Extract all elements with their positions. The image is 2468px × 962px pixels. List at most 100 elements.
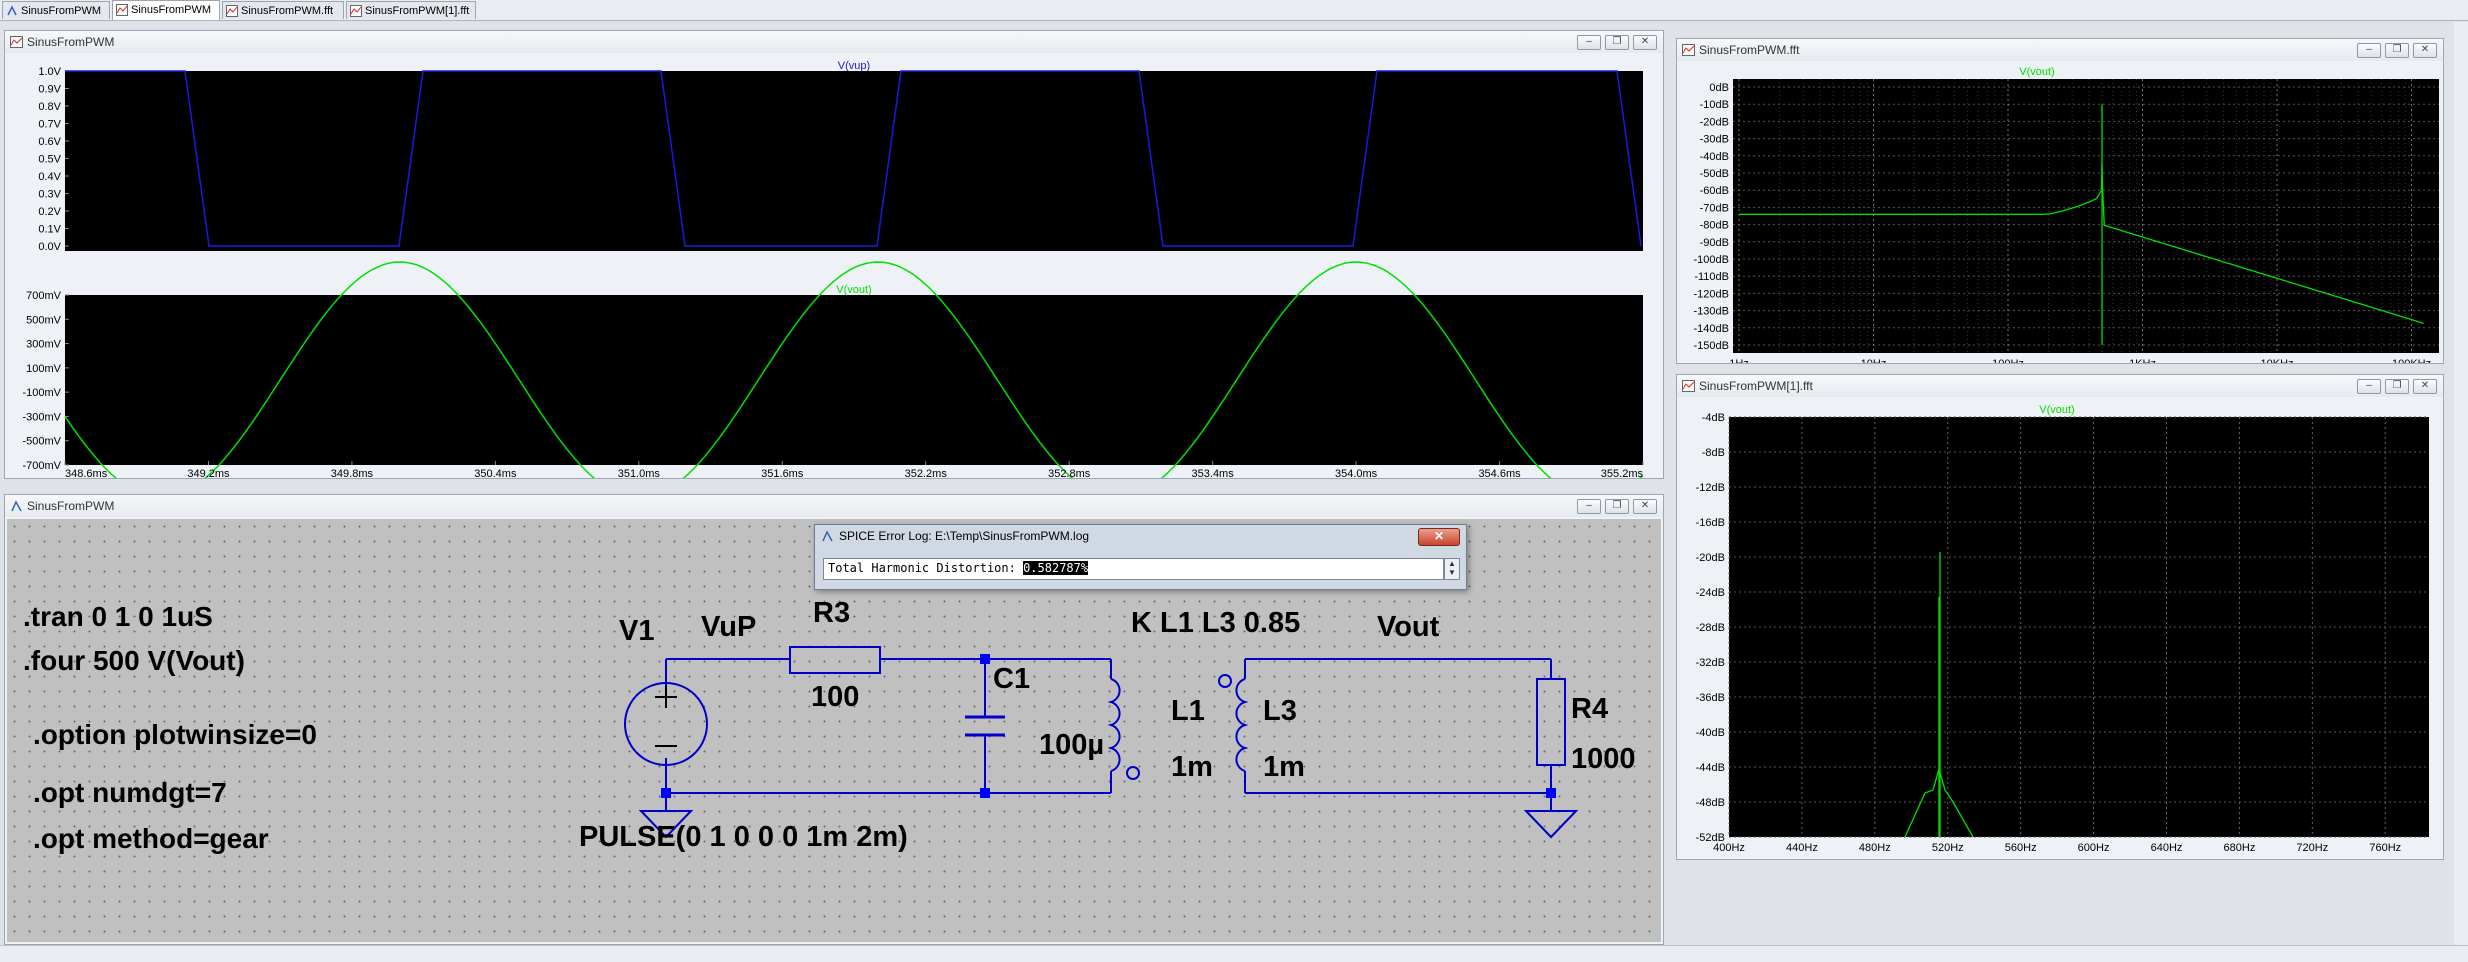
fft-trace-label[interactable]: V(vout) (2019, 66, 2054, 78)
y-tick-label: -130dB (1694, 306, 1729, 318)
x-tick-label: 440Hz (1786, 842, 1818, 854)
y-tick-label: 0.9V (38, 84, 61, 96)
label-coupling-k[interactable]: K L1 L3 0.85 (1131, 607, 1300, 640)
y-tick-label: 0dB (1709, 82, 1729, 94)
label-r4[interactable]: R4 (1571, 693, 1608, 726)
y-tick-label: -30dB (1700, 134, 1729, 146)
trace-label-vup[interactable]: V(vup) (838, 60, 870, 72)
x-tick-label: 1Hz (1729, 358, 1749, 363)
thd-value[interactable]: 0.582787% (1023, 561, 1089, 575)
tab-label: SinusFromPWM (21, 5, 102, 17)
x-tick-label: 600Hz (2078, 842, 2110, 854)
x-tick-label: 354.6ms (1478, 468, 1521, 478)
window-title-bar[interactable]: SinusFromPWM.fft – ❐ ✕ (1677, 39, 2443, 61)
restore-button[interactable]: ❐ (1605, 35, 1629, 50)
label-c1[interactable]: C1 (993, 663, 1030, 696)
net-label-vup[interactable]: VuP (701, 611, 756, 644)
label-l1[interactable]: L1 (1171, 695, 1205, 728)
net-label-vout[interactable]: Vout (1377, 611, 1439, 644)
x-tick-label: 100Hz (1992, 358, 2024, 363)
label-l3[interactable]: L3 (1263, 695, 1297, 728)
y-tick-label: 500mV (26, 314, 62, 326)
value-v1-pulse[interactable]: PULSE(0 1 0 0 0 1m 2m) (579, 821, 908, 854)
waveform-window[interactable]: SinusFromPWM – ❐ ✕ V(vup) 1.0V 0.9V 0.8V 0.… (4, 30, 1664, 479)
y-tick-label: -36dB (1696, 692, 1725, 704)
voltage-source-v1-symbol (624, 682, 708, 766)
y-tick-label: -700mV (22, 460, 61, 472)
ltspice-icon (822, 530, 833, 542)
y-tick-label: -8dB (1702, 447, 1725, 459)
restore-button[interactable]: ❐ (2385, 43, 2409, 58)
fft-plot-area[interactable]: V(vout) 0dB -10dB -20dB -30dB -40dB -50dB -60d… (1677, 61, 2443, 363)
resistor-r3-symbol (789, 646, 881, 674)
minimize-button[interactable]: – (2357, 379, 2381, 394)
value-r4[interactable]: 1000 (1571, 743, 1636, 776)
waveform-icon (116, 4, 128, 16)
scroll-arrows[interactable]: ▲ ▼ (1444, 558, 1460, 580)
window-title-bar[interactable]: SinusFromPWM – ❐ ✕ (5, 495, 1663, 517)
window-title-bar[interactable]: SinusFromPWM[1].fft – ❐ ✕ (1677, 375, 2443, 397)
label-r3[interactable]: R3 (813, 597, 850, 630)
minimize-button[interactable]: – (2357, 43, 2381, 58)
tab-sinusfrompwm-fft[interactable]: SinusFromPWM.fft (222, 1, 344, 19)
x-tick-label: 10Hz (1861, 358, 1887, 363)
label-v1[interactable]: V1 (619, 615, 654, 648)
close-button[interactable]: ✕ (2413, 43, 2437, 58)
x-tick-label: 354.0ms (1335, 468, 1378, 478)
window-title: SinusFromPWM.fft (1699, 43, 1800, 57)
x-tick-label: 349.2ms (187, 468, 230, 478)
value-r3[interactable]: 100 (811, 681, 859, 714)
y-tick-label: -300mV (22, 411, 61, 423)
x-tick-label: 349.8ms (331, 468, 374, 478)
y-tick-label: -40dB (1696, 727, 1725, 739)
minimize-button[interactable]: – (1577, 35, 1601, 50)
document-tab-bar: SinusFromPWM SinusFromPWM SinusFromPWM.f… (0, 0, 2468, 21)
waveform-icon (1682, 44, 1695, 56)
log-text-area[interactable]: Total Harmonic Distortion: 0.582787% (823, 558, 1444, 580)
value-l1[interactable]: 1m (1171, 751, 1213, 784)
resistor-r4-symbol (1536, 678, 1566, 766)
close-button[interactable]: ✕ (1418, 528, 1460, 546)
fft-pane[interactable] (1733, 79, 2439, 353)
y-tick-label: 0.4V (38, 171, 61, 183)
tab-sinusfrompwm-schematic[interactable]: SinusFromPWM (2, 1, 110, 19)
schematic-icon (7, 5, 17, 16)
y-tick-label: -120dB (1694, 288, 1729, 300)
waveform-plot-area[interactable]: V(vup) 1.0V 0.9V 0.8V 0.7V 0.6V 0.5V 0.4V 0.3V 0… (5, 53, 1663, 478)
vout-pane[interactable] (65, 295, 1643, 465)
fft1-plot-area[interactable]: V(vout) -4dB -8dB -12dB -16dB -20dB -24dB -28d… (1677, 397, 2443, 859)
restore-button[interactable]: ❐ (2385, 379, 2409, 394)
y-tick-label: -44dB (1696, 762, 1725, 774)
waveform-icon (226, 5, 238, 17)
fft1-trace-label[interactable]: V(vout) (2039, 404, 2074, 416)
close-button[interactable]: ✕ (1633, 35, 1657, 50)
inductor-l3-symbol (1218, 674, 1249, 772)
y-tick-label: -50dB (1700, 168, 1729, 180)
close-button[interactable]: ✕ (2413, 379, 2437, 394)
y-tick-label: 100mV (26, 363, 62, 375)
x-tick-label: 720Hz (2296, 842, 2328, 854)
y-tick-label: 0.5V (38, 154, 61, 166)
spice-error-log-dialog[interactable]: SPICE Error Log: E:\Temp\SinusFromPWM.lo… (814, 524, 1467, 590)
vup-pane[interactable] (65, 71, 1643, 251)
window-title-bar[interactable]: SinusFromPWM – ❐ ✕ (5, 31, 1663, 53)
dialog-title-bar[interactable]: SPICE Error Log: E:\Temp\SinusFromPWM.lo… (815, 525, 1466, 547)
y-tick-label: 1.0V (38, 66, 61, 78)
waveform-icon (10, 36, 23, 48)
y-tick-label: -28dB (1696, 622, 1725, 634)
fft-window[interactable]: SinusFromPWM.fft – ❐ ✕ V(vout) 0dB -10dB -… (1676, 38, 2444, 364)
minimize-button[interactable]: – (1577, 499, 1601, 514)
close-button[interactable]: ✕ (1633, 499, 1657, 514)
value-c1[interactable]: 100µ (1039, 729, 1104, 762)
x-tick-label: 680Hz (2224, 842, 2256, 854)
tab-sinusfrompwm-waveform[interactable]: SinusFromPWM (112, 0, 220, 20)
fft1-window[interactable]: SinusFromPWM[1].fft – ❐ ✕ V(vout) -4dB -8… (1676, 374, 2444, 860)
value-l3[interactable]: 1m (1263, 751, 1305, 784)
y-tick-label: -32dB (1696, 657, 1725, 669)
tab-sinusfrompwm1-fft[interactable]: SinusFromPWM[1].fft (346, 1, 476, 19)
x-tick-label: 352.2ms (905, 468, 948, 478)
x-tick-label: 100KHz (2392, 358, 2431, 363)
restore-button[interactable]: ❐ (1605, 499, 1629, 514)
y-tick-label: -20dB (1696, 552, 1725, 564)
trace-label-vout[interactable]: V(vout) (836, 284, 871, 296)
